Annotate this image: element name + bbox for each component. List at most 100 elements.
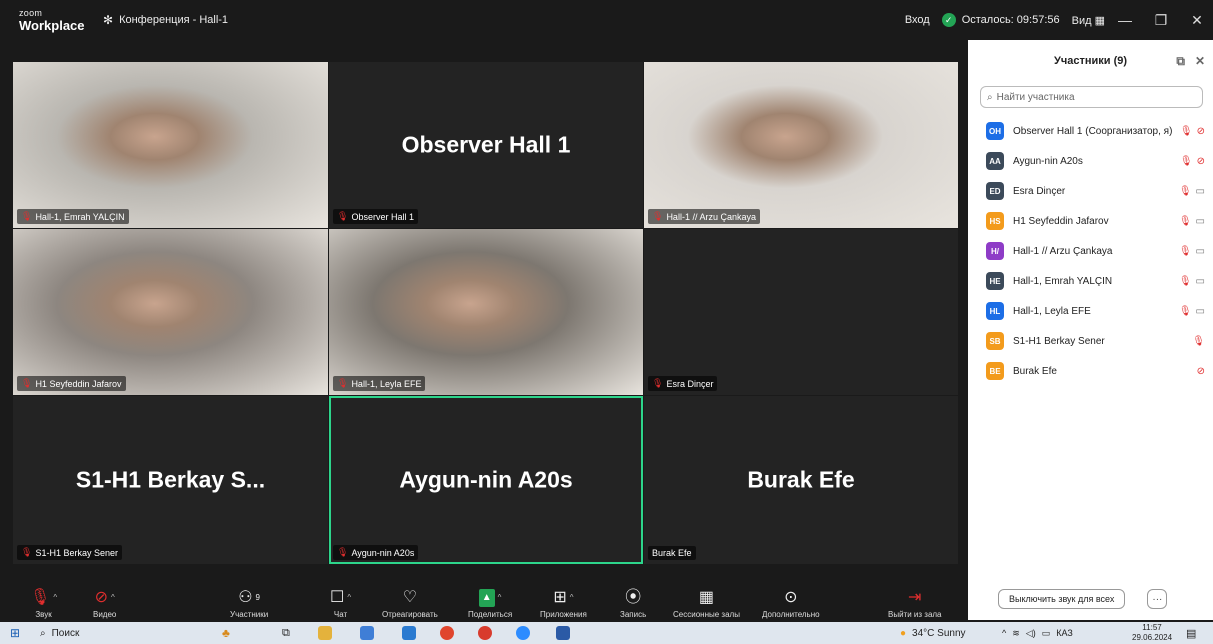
participant-row[interactable]: OH Observer Hall 1 (Соорганизатор, я) 🎙 ⊘ xyxy=(968,116,1213,146)
file-explorer-icon[interactable] xyxy=(318,625,332,641)
react-button[interactable]: ♡ Отреагировать xyxy=(382,578,438,622)
video-tile[interactable]: 🎙 H1 Seyfeddin Jafarov xyxy=(13,229,328,395)
avatar: H/ xyxy=(986,242,1004,260)
participant-row[interactable]: BE Burak Efe ⊘ xyxy=(968,356,1213,386)
volume-icon[interactable]: ◁) xyxy=(1026,628,1036,639)
participant-name: H1 Seyfeddin Jafarov xyxy=(1013,215,1109,227)
participant-row[interactable]: HL Hall-1, Leyla EFE 🎙 ▭ xyxy=(968,296,1213,326)
video-tile[interactable]: Burak Efe Burak Efe xyxy=(644,396,958,564)
restore-icon[interactable]: ❐ xyxy=(1145,12,1177,29)
widget-icon[interactable]: ♣ xyxy=(222,625,230,641)
avatar: BE xyxy=(986,362,1004,380)
video-icon[interactable]: ▭ xyxy=(1196,306,1205,317)
chevron-up-icon[interactable]: ^ xyxy=(570,589,574,607)
video-button[interactable]: ⊘ ^ Видео xyxy=(93,578,116,622)
mic-muted-icon[interactable]: 🎙 xyxy=(1179,216,1192,227)
system-tray[interactable]: ^ ≋ ◁) ▭ КАЗ xyxy=(1002,625,1073,641)
apps-icon: ⊞ xyxy=(553,589,567,606)
participant-row[interactable]: SB S1-H1 Berkay Sener 🎙 xyxy=(968,326,1213,356)
panel-more-button[interactable]: ··· xyxy=(1147,589,1168,609)
video-tile[interactable]: 🎙 Hall-1 // Arzu Çankaya xyxy=(644,62,958,228)
close-icon[interactable]: ✕ xyxy=(1181,12,1213,29)
participant-row[interactable]: HE Hall-1, Emrah YALÇIN 🎙 ▭ xyxy=(968,266,1213,296)
leave-icon: ⇥ xyxy=(908,589,922,606)
login-button[interactable]: Вход xyxy=(905,14,930,26)
weather-widget[interactable]: ● 34°C Sunny xyxy=(900,625,966,641)
minimize-icon[interactable]: — xyxy=(1109,12,1141,28)
language-indicator[interactable]: КАЗ xyxy=(1056,628,1073,638)
view-button[interactable]: Вид ▦ xyxy=(1072,14,1105,27)
video-off-icon[interactable]: ⊘ xyxy=(1197,366,1205,377)
tray-chevron-icon[interactable]: ^ xyxy=(1002,628,1006,638)
breakout-icon: ▦ xyxy=(698,589,715,606)
breakout-rooms-button[interactable]: ▦ Сессионные залы xyxy=(673,578,740,622)
share-button[interactable]: ▲ ^ Поделиться xyxy=(468,578,512,622)
shield-icon[interactable]: ✓ xyxy=(941,13,956,27)
mail-icon[interactable] xyxy=(402,625,416,641)
more-button[interactable]: ⊙ Дополнительно xyxy=(762,578,820,622)
apps-button[interactable]: ⊞ ^ Приложения xyxy=(540,578,587,622)
chrome-icon[interactable] xyxy=(440,625,454,641)
chevron-up-icon[interactable]: ^ xyxy=(53,589,57,607)
participant-row[interactable]: ED Esra Dinçer 🎙 ▭ xyxy=(968,176,1213,206)
mic-muted-icon[interactable]: 🎙 xyxy=(1179,306,1192,317)
record-button[interactable]: ⦿ Запись xyxy=(620,578,646,622)
mic-muted-icon[interactable]: 🎙 xyxy=(1179,246,1192,257)
clock[interactable]: 11:57 29.06.2024 xyxy=(1132,623,1172,643)
grid-icon: ▦ xyxy=(1094,14,1105,27)
participants-button[interactable]: ⚇ 9 Участники xyxy=(230,578,268,622)
mic-muted-icon: 🎙 xyxy=(337,211,349,221)
tile-name-tag: Burak Efe xyxy=(648,546,696,560)
mic-muted-icon: 🎙 xyxy=(337,378,349,388)
windows-start-icon[interactable]: ⊞ xyxy=(10,625,20,641)
mute-all-button[interactable]: Выключить звук для всех xyxy=(998,589,1126,609)
mic-muted-icon[interactable]: 🎙 xyxy=(1180,156,1193,167)
chevron-up-icon[interactable]: ^ xyxy=(347,589,351,607)
popout-icon[interactable]: ⧉ xyxy=(1176,54,1185,69)
participant-row[interactable]: AA Aygun-nin A20s 🎙 ⊘ xyxy=(968,146,1213,176)
video-off-icon[interactable]: ⊘ xyxy=(1197,126,1205,137)
video-icon[interactable]: ▭ xyxy=(1196,276,1205,287)
task-view-icon[interactable]: ⧉ xyxy=(282,625,290,641)
video-icon[interactable]: ▭ xyxy=(1196,186,1205,197)
chrome-profile-icon[interactable] xyxy=(478,625,492,641)
video-icon[interactable]: ▭ xyxy=(1196,246,1205,257)
panel-header: Участники (9) ⧉ ✕ xyxy=(968,40,1213,82)
weather-text: 34°C Sunny xyxy=(912,627,966,639)
breakout-label: Сессионные залы xyxy=(673,610,740,619)
tile-name-tag: 🎙 Aygun-nin A20s xyxy=(333,545,419,560)
audio-button[interactable]: 🎙 ^ Звук xyxy=(30,578,57,622)
word-icon[interactable] xyxy=(556,625,570,641)
video-tile[interactable]: 🎙 Hall-1, Leyla EFE xyxy=(329,229,643,395)
notifications-icon[interactable]: ▤ xyxy=(1186,625,1196,641)
taskbar-search[interactable]: ⌕ Поиск xyxy=(40,625,210,641)
mic-muted-icon: 🎙 xyxy=(30,589,51,606)
participant-row[interactable]: H/Hall-1 // Arzu Çankaya 🎙 ▭ xyxy=(968,236,1213,266)
participant-search-input[interactable]: ⌕ Найти участника xyxy=(980,86,1203,108)
search-icon: ⌕ xyxy=(987,91,993,103)
zoom-taskbar-icon[interactable] xyxy=(516,625,530,641)
mic-muted-icon[interactable]: 🎙 xyxy=(1179,186,1192,197)
chat-button[interactable]: ☐ ^ Чат xyxy=(330,578,351,622)
mic-muted-icon[interactable]: 🎙 xyxy=(1180,126,1193,137)
video-tile[interactable]: 🎙 Hall-1, Emrah YALÇIN xyxy=(13,62,328,228)
tile-name-tag: 🎙 Esra Dinçer xyxy=(648,376,718,391)
audio-label: Звук xyxy=(35,610,52,619)
video-tile[interactable]: 🎙 Esra Dinçer xyxy=(644,229,958,395)
chevron-up-icon[interactable]: ^ xyxy=(111,589,115,607)
chevron-up-icon[interactable]: ^ xyxy=(498,589,502,607)
participant-row[interactable]: HS H1 Seyfeddin Jafarov 🎙 ▭ xyxy=(968,206,1213,236)
store-icon[interactable] xyxy=(360,625,374,641)
participant-name: Observer Hall 1 (Соорганизатор, я) xyxy=(1013,125,1173,137)
leave-button[interactable]: ⇥ Выйти из зала xyxy=(888,578,942,622)
video-tile[interactable]: Observer Hall 1 🎙 Observer Hall 1 xyxy=(329,62,643,228)
mic-muted-icon[interactable]: 🎙 xyxy=(1179,276,1192,287)
meeting-title[interactable]: ✻ Конференция - Hall-1 xyxy=(103,13,228,27)
panel-close-icon[interactable]: ✕ xyxy=(1195,54,1205,69)
video-off-icon[interactable]: ⊘ xyxy=(1197,156,1205,167)
video-tile[interactable]: S1-H1 Berkay S... 🎙 S1-H1 Berkay Sener xyxy=(13,396,328,564)
mic-muted-icon[interactable]: 🎙 xyxy=(1192,336,1205,347)
video-icon[interactable]: ▭ xyxy=(1196,216,1205,227)
video-tile[interactable]: Aygun-nin A20s 🎙 Aygun-nin A20s xyxy=(329,396,643,564)
camera-feed xyxy=(13,229,328,395)
